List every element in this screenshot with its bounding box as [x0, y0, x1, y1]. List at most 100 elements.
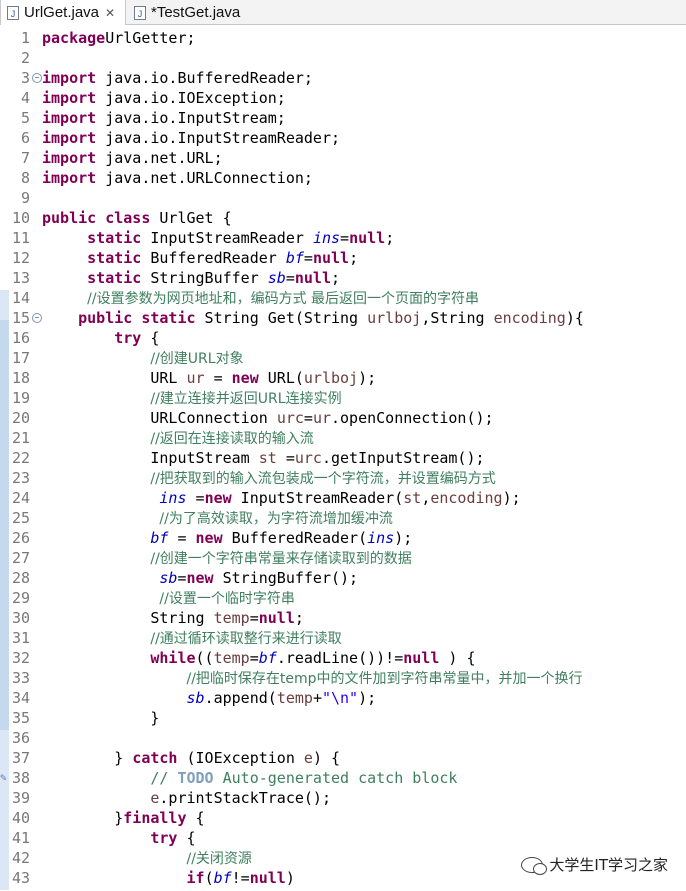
code-line[interactable]: 41 try { [0, 828, 686, 848]
code-line[interactable]: 35 } [0, 708, 686, 728]
code-line[interactable]: 15− public static String Get(String urlb… [0, 308, 686, 328]
code-line[interactable]: 31 //通过循环读取整行来进行读取 [0, 628, 686, 648]
line-number: 16 [11, 329, 30, 347]
line-number: 9 [20, 189, 30, 207]
java-file-icon: J [134, 5, 146, 20]
code-text: static StringBuffer sb=null; [87, 269, 341, 287]
line-number: 6 [20, 129, 30, 147]
code-line[interactable]: 40 }finally { [0, 808, 686, 828]
code-text: import java.io.InputStream; [42, 109, 286, 127]
code-line[interactable]: 16 try { [0, 328, 686, 348]
tab-urlget[interactable]: J UrlGet.java ✕ [0, 0, 126, 25]
code-line[interactable]: 2 [0, 48, 686, 68]
code-text: //建立连接并返回URL连接实例 [150, 391, 342, 407]
line-number: 32 [11, 649, 30, 667]
code-line[interactable]: 27 //创建一个字符串常量来存储读取到的数据 [0, 548, 686, 568]
code-editor[interactable]: 1 packageUrlGetter; 2 3− import java.io.Buff… [0, 28, 686, 891]
code-line[interactable]: 37 } catch (IOException e) { [0, 748, 686, 768]
line-number: 24 [11, 489, 30, 507]
code-line[interactable]: 14 //设置参数为网页地址和，编码方式 最后返回一个页面的字符串 [0, 288, 686, 308]
code-line[interactable]: 18 URL ur = new URL(urlboj); [0, 368, 686, 388]
code-line[interactable]: 20 URLConnection urc=ur.openConnection()… [0, 408, 686, 428]
code-text: e.printStackTrace(); [150, 789, 331, 807]
line-number: 27 [11, 549, 30, 567]
code-text: URLConnection urc=ur.openConnection(); [42, 409, 494, 427]
line-number: 7 [20, 149, 30, 167]
code-text: if(bf!=null) [186, 869, 295, 887]
code-line[interactable]: 24 ins =new InputStreamReader(st,encodin… [0, 488, 686, 508]
code-line[interactable]: 10 public class UrlGet { [0, 208, 686, 228]
code-text: //把获取到的输入流包装成一个字符流，并设置编码方式 [150, 471, 496, 487]
code-line[interactable]: 23 //把获取到的输入流包装成一个字符流，并设置编码方式 [0, 468, 686, 488]
code-text: String temp=null; [42, 609, 304, 627]
line-number: 17 [11, 349, 30, 367]
line-number: 31 [11, 629, 30, 647]
java-file-icon: J [7, 5, 19, 20]
watermark-text: 大学生IT学习之家 [549, 856, 668, 874]
code-text: bf = new BufferedReader(ins); [150, 529, 413, 547]
code-line[interactable]: 22 InputStream st =urc.getInputStream(); [0, 448, 686, 468]
line-number: 35 [11, 709, 30, 727]
fold-toggle-icon[interactable]: − [32, 73, 42, 83]
line-number: 1 [20, 29, 30, 47]
code-line[interactable]: 28 sb=new StringBuffer(); [0, 568, 686, 588]
line-number: 28 [11, 569, 30, 587]
code-line[interactable]: 32 while((temp=bf.readLine())!=null ) { [0, 648, 686, 668]
code-text: }finally { [42, 809, 205, 827]
code-text: //创建URL对象 [150, 351, 244, 367]
code-line[interactable]: 11 static InputStreamReader ins=null; [0, 228, 686, 248]
code-line[interactable]: 8 import java.net.URLConnection; [0, 168, 686, 188]
code-line[interactable]: 21 //返回在连接读取的输入流 [0, 428, 686, 448]
code-text: //返回在连接读取的输入流 [150, 431, 314, 447]
code-line[interactable]: 17 //创建URL对象 [0, 348, 686, 368]
code-line[interactable]: 5 import java.io.InputStream; [0, 108, 686, 128]
code-text: //创建一个字符串常量来存储读取到的数据 [150, 551, 412, 567]
code-text: public class UrlGet { [42, 209, 232, 227]
line-number: 23 [11, 469, 30, 487]
line-number: 43 [11, 869, 30, 887]
line-number: 14 [11, 289, 30, 307]
wechat-icon [521, 856, 548, 875]
code-line[interactable]: 7 import java.net.URL; [0, 148, 686, 168]
line-number: 8 [20, 169, 30, 187]
line-number: 41 [11, 829, 30, 847]
code-text: InputStream st =urc.getInputStream(); [42, 449, 485, 467]
code-line[interactable]: 26 bf = new BufferedReader(ins); [0, 528, 686, 548]
fold-toggle-icon[interactable]: − [32, 313, 42, 323]
line-number: 10 [11, 209, 30, 227]
code-line[interactable]: 25 //为了高效读取，为字符流增加缓冲流 [0, 508, 686, 528]
code-line[interactable]: 38 ✎ // TODO Auto-generated catch block [0, 768, 686, 788]
code-line[interactable]: 30 String temp=null; [0, 608, 686, 628]
line-number: 40 [11, 809, 30, 827]
code-text: try { [114, 329, 160, 347]
tab-testget[interactable]: J *TestGet.java [130, 0, 270, 25]
code-line[interactable]: 39 e.printStackTrace(); [0, 788, 686, 808]
line-number: 22 [11, 449, 30, 467]
watermark: 大学生IT学习之家 [521, 854, 668, 875]
code-line[interactable]: 13 static StringBuffer sb=null; [0, 268, 686, 288]
line-number: 29 [11, 589, 30, 607]
line-number: 33 [11, 669, 30, 687]
code-line[interactable]: 12 static BufferedReader bf=null; [0, 248, 686, 268]
code-line[interactable]: 9 [0, 188, 686, 208]
code-line[interactable]: 6 import java.io.InputStreamReader; [0, 128, 686, 148]
line-number: 39 [11, 789, 30, 807]
code-text: public static String Get(String urlboj,S… [78, 309, 584, 327]
code-line[interactable]: 29 //设置一个临时字符串 [0, 588, 686, 608]
code-line[interactable]: 1 packageUrlGetter; [0, 28, 686, 48]
task-marker-icon[interactable]: ✎ [0, 772, 8, 784]
code-line[interactable]: 4 import java.io.IOException; [0, 88, 686, 108]
code-text: URL ur = new URL(urlboj); [42, 369, 377, 387]
code-line[interactable]: 36 [0, 728, 686, 748]
code-text: sb.append(temp+"\n"); [186, 689, 377, 707]
code-line[interactable]: 3− import java.io.BufferedReader; [0, 68, 686, 88]
code-text: // TODO Auto-generated catch block [150, 769, 458, 787]
code-text: //设置参数为网页地址和，编码方式 最后返回一个页面的字符串 [87, 291, 480, 307]
close-tab-icon[interactable]: ✕ [105, 6, 115, 20]
code-line[interactable]: 34 sb.append(temp+"\n"); [0, 688, 686, 708]
code-line[interactable]: 33 //把临时保存在temp中的文件加到字符串常量中，并加一个换行 [0, 668, 686, 688]
line-number: 37 [11, 749, 30, 767]
code-text: } [42, 709, 160, 727]
code-text: sb=new StringBuffer(); [159, 569, 359, 587]
code-line[interactable]: 19 //建立连接并返回URL连接实例 [0, 388, 686, 408]
